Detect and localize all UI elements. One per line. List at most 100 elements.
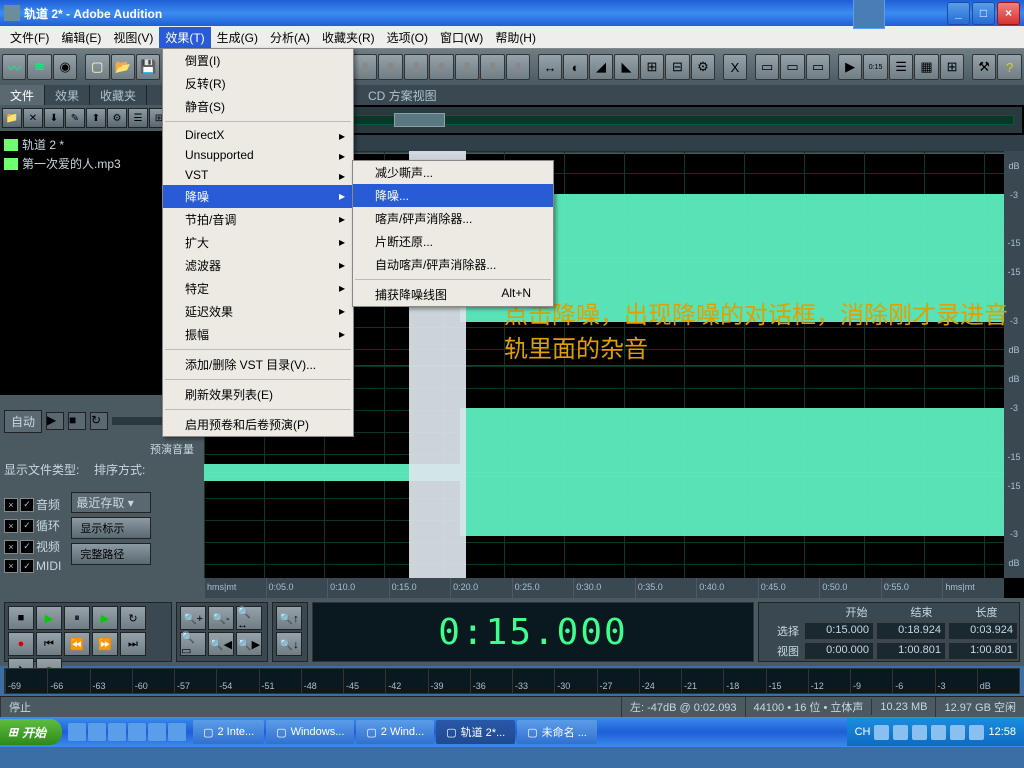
show-checkbox[interactable]: ✓ [20, 519, 34, 533]
tray-icon[interactable] [969, 725, 984, 740]
show-checkbox[interactable]: ✓ [20, 498, 34, 512]
submenu-item[interactable]: 捕获降噪线图Alt+N [353, 283, 553, 306]
window-button[interactable]: ▭ [806, 54, 830, 80]
lang-indicator[interactable]: CH [855, 726, 871, 738]
ql-icon[interactable] [88, 723, 106, 741]
transport-toolbar-button[interactable]: 0:15 [863, 54, 887, 80]
tray-icon[interactable] [893, 725, 908, 740]
sel-value[interactable]: 0:00.000 [804, 642, 874, 660]
tray-icon[interactable] [874, 725, 889, 740]
tool-button[interactable]: ◣ [614, 54, 638, 80]
tool-button[interactable]: ◢ [589, 54, 613, 80]
menu-item[interactable]: 延迟效果▸ [163, 300, 353, 323]
zoom-out-h-button[interactable]: 🔍- [208, 606, 234, 630]
menu-item[interactable]: 选项(O) [381, 27, 434, 48]
pause-button[interactable]: ⏸ [64, 606, 90, 630]
stop-button[interactable]: ■ [8, 606, 34, 630]
save-button[interactable]: 💾 [136, 54, 160, 80]
taskbar-item[interactable]: ▢Windows... [266, 720, 354, 744]
submenu-item[interactable]: 减少嘶声... [353, 161, 553, 184]
menu-item[interactable]: 刷新效果列表(E) [163, 383, 353, 406]
insert-button[interactable]: ⬇ [44, 108, 64, 128]
tab-files[interactable]: 文件 [0, 85, 45, 105]
menu-item[interactable]: 静音(S) [163, 95, 353, 118]
menu-item[interactable]: 倒置(I) [163, 49, 353, 72]
zoom-sel-button[interactable]: 🔍▭ [180, 632, 206, 656]
go-start-button[interactable]: ⏮ [36, 632, 62, 656]
zoom-right-button[interactable]: 🔍▶ [236, 632, 262, 656]
rewind-button[interactable]: ⏪ [64, 632, 90, 656]
tool-button[interactable]: ↔ [538, 54, 562, 80]
tool-button[interactable]: ⊞ [640, 54, 664, 80]
zoom-in-v-button[interactable]: 🔍↑ [276, 606, 302, 630]
go-end-button[interactable]: ⏭ [120, 632, 146, 656]
window-button[interactable]: ▭ [755, 54, 779, 80]
sel-value[interactable]: 1:00.801 [876, 642, 946, 660]
taskbar-item[interactable]: ▢2 Inte... [193, 720, 264, 744]
menu-item[interactable]: 视图(V) [107, 27, 159, 48]
submenu-item[interactable]: 喀声/砰声消除器... [353, 207, 553, 230]
system-tray[interactable]: CH 12:58 [847, 718, 1024, 746]
menu-item[interactable]: 反转(R) [163, 72, 353, 95]
play-preview-button[interactable]: ▶ [46, 412, 64, 430]
ql-icon[interactable] [168, 723, 186, 741]
tool-button[interactable]: ▮ [429, 54, 453, 80]
full-path-button[interactable]: 完整路径 [71, 543, 151, 565]
ql-icon[interactable] [108, 723, 126, 741]
close-checkbox[interactable]: × [4, 519, 18, 533]
menu-item[interactable]: 收藏夹(R) [316, 27, 381, 48]
nav-selection[interactable] [394, 113, 445, 127]
cd-view-button[interactable]: ◉ [53, 54, 77, 80]
level-meter[interactable]: -69-66-63-60-57-54-51-48-45-42-39-36-33-… [4, 668, 1020, 694]
tool-button[interactable]: ▮ [404, 54, 428, 80]
menu-item[interactable]: 启用预卷和后卷预演(P) [163, 413, 353, 436]
loop-preview-button[interactable]: ↻ [90, 412, 108, 430]
ql-icon[interactable] [128, 723, 146, 741]
tab-favorites[interactable]: 收藏夹 [90, 85, 147, 105]
sel-value[interactable]: 1:00.801 [948, 642, 1018, 660]
menu-item[interactable]: 窗口(W) [434, 27, 489, 48]
transport-toolbar-button[interactable]: ▶ [838, 54, 862, 80]
menu-item[interactable]: 降噪▸ [163, 185, 353, 208]
settings-button[interactable]: ⚒ [972, 54, 996, 80]
waveform-view-button[interactable]: 〰 [2, 54, 26, 80]
marker-button[interactable]: X [723, 54, 747, 80]
zoom-full-button[interactable]: 🔍↔ [236, 606, 262, 630]
close-checkbox[interactable]: × [4, 559, 18, 573]
tab-effects[interactable]: 效果 [45, 85, 90, 105]
menu-item[interactable]: 分析(A) [264, 27, 316, 48]
menu-item[interactable]: 节拍/音调▸ [163, 208, 353, 231]
submenu-item[interactable]: 降噪... [353, 184, 553, 207]
sel-value[interactable]: 0:15.000 [804, 622, 874, 640]
taskbar-item[interactable]: ▢2 Wind... [356, 720, 434, 744]
menu-item[interactable]: 振幅▸ [163, 323, 353, 346]
clock[interactable]: 12:58 [988, 726, 1016, 738]
option-button[interactable]: ☰ [128, 108, 148, 128]
tool-button[interactable]: ▮ [455, 54, 479, 80]
close-checkbox[interactable]: × [4, 498, 18, 512]
tray-icon[interactable] [912, 725, 927, 740]
forward-button[interactable]: ⏩ [92, 632, 118, 656]
tool-button[interactable]: ▮ [506, 54, 530, 80]
zoom-left-button[interactable]: 🔍◀ [208, 632, 234, 656]
minimize-button[interactable]: _ [947, 2, 970, 25]
ql-icon[interactable] [148, 723, 166, 741]
loop-button[interactable]: ↻ [120, 606, 146, 630]
menu-item[interactable]: 添加/删除 VST 目录(V)... [163, 353, 353, 376]
transport-toolbar-button[interactable]: ⊞ [940, 54, 964, 80]
sort-dropdown[interactable]: 最近存取 ▾ [71, 492, 151, 513]
multitrack-view-button[interactable]: ≋ [27, 54, 51, 80]
menu-item[interactable]: 帮助(H) [489, 27, 542, 48]
new-button[interactable]: ▢ [85, 54, 109, 80]
menu-item[interactable]: 编辑(E) [55, 27, 107, 48]
autoplay-button[interactable]: 自动 [4, 410, 42, 433]
menu-item[interactable]: DirectX▸ [163, 125, 353, 145]
record-button[interactable]: ● [8, 632, 34, 656]
menu-item[interactable]: 滤波器▸ [163, 254, 353, 277]
show-checkbox[interactable]: ✓ [20, 540, 34, 554]
tool-button[interactable]: ▮ [378, 54, 402, 80]
menu-item[interactable]: 效果(T) [159, 27, 210, 48]
ql-icon[interactable] [68, 723, 86, 741]
transport-toolbar-button[interactable]: ▦ [914, 54, 938, 80]
zoom-in-h-button[interactable]: 🔍+ [180, 606, 206, 630]
